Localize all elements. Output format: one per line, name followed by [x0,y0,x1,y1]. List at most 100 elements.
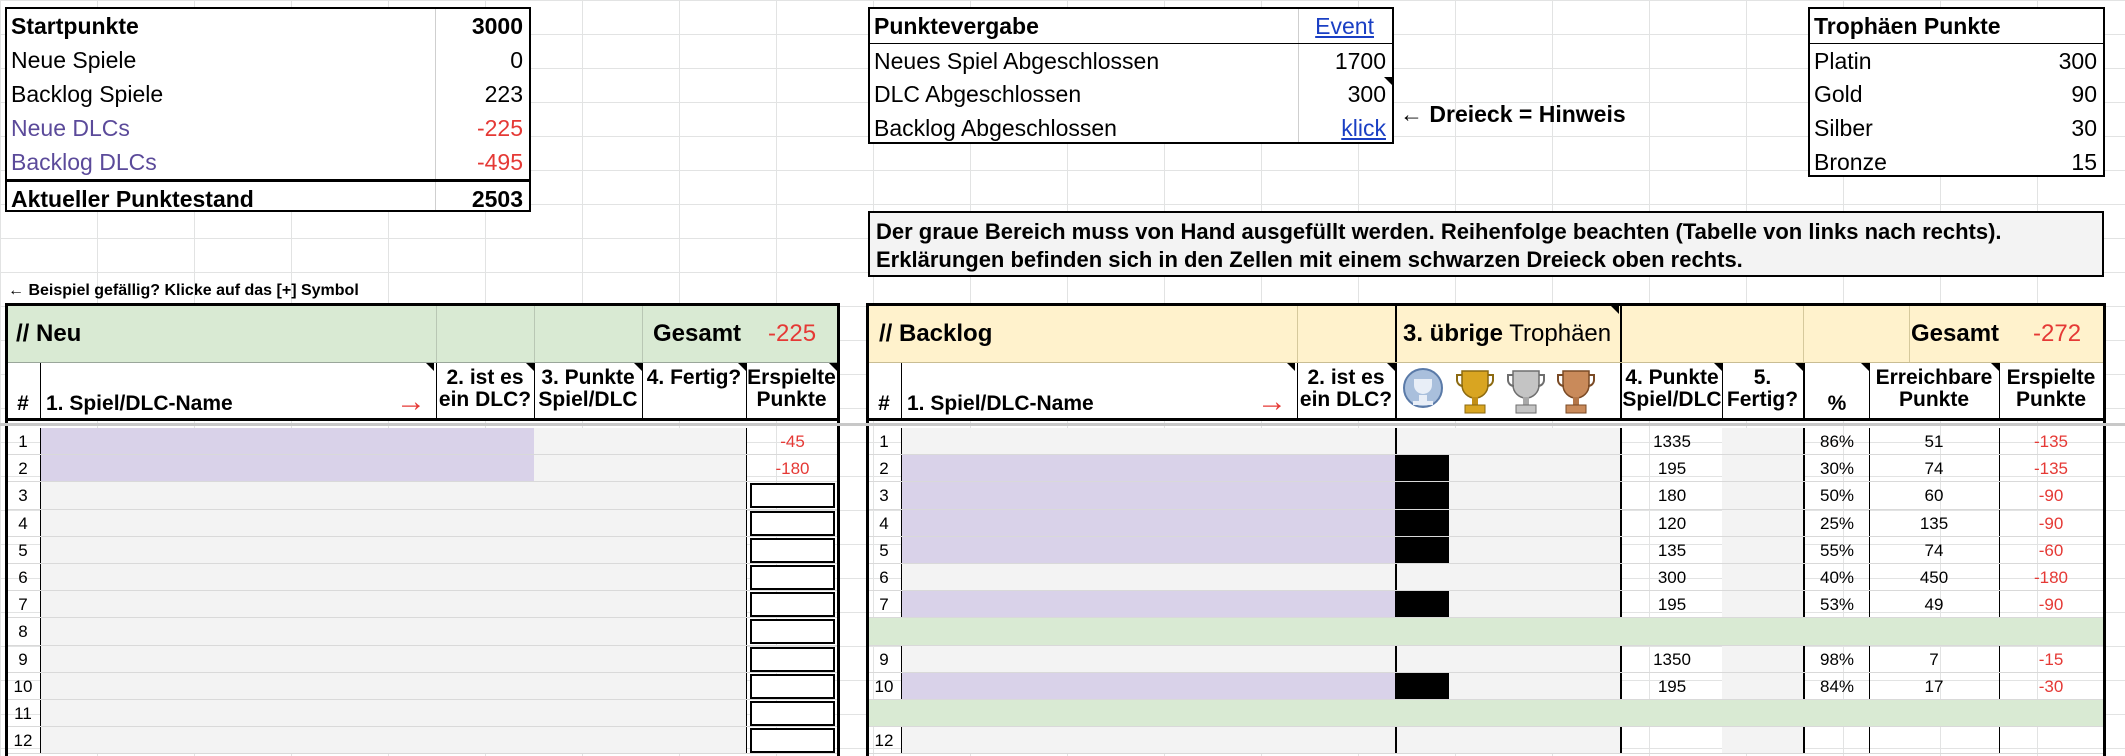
row-number: 8 [18,622,28,642]
points-value: 300 [1347,81,1386,107]
summary-total-label: Aktueller Punktestand [11,186,254,212]
erspielt-cell [750,701,835,726]
summary-label: Backlog Spiele [11,81,164,107]
summary-label: Neue Spiele [11,47,137,73]
table-row: 6 [8,564,837,592]
points-row: Neues Spiel Abgeschlossen 1700 [870,43,1392,77]
note-triangle-icon[interactable] [1387,363,1395,371]
table-row: 2 Resident Evil 4/Separate Ways 1 1 1 19… [869,455,2103,483]
event-link[interactable]: Event [1315,13,1374,40]
table-row: 10 Dying Light 2/Bloody Ties DLC 2 195 8… [869,672,2103,700]
platin-na-cell [1397,672,1449,699]
points-value: 1700 [1334,48,1386,74]
backlog-gesamt-value: -272 [2033,320,2082,347]
trophy-label: Gold [1814,81,1863,107]
trophy-points-row: Gold 90 [1810,77,2103,111]
table-row: 5 Pain/Abusement Park 2 135 55% 74 -60 [869,536,2103,564]
arrow-icon: → [1257,385,1287,418]
row-number: 4 [18,513,28,533]
table-row: 12 [8,727,837,755]
backlog-header-bar: // Backlog 3. übrige Trophäen Gesamt -27… [869,306,2103,363]
trophy-value: 30 [2071,115,2097,141]
table-row: 12 [869,727,2103,755]
note-triangle-icon[interactable] [1795,363,1803,371]
note-triangle-icon[interactable] [426,363,434,371]
summary-row: Backlog DLCs -495 [7,145,529,179]
col-header-erspielt: Erspielte Punkte [2006,366,2096,411]
erspielt-cell [750,728,835,754]
note-triangle-icon[interactable] [1714,363,1722,371]
platin-na-cell [1397,482,1449,509]
points-header-row: Punktevergabe Event [870,9,1392,43]
trophy-points-header: Trophäen Punkte [1810,9,2103,43]
points-title: Punktevergabe [874,13,1039,39]
note-triangle-icon[interactable] [1384,77,1392,85]
note-triangle-icon[interactable] [634,363,642,371]
table-row: 6 Outlast 2 300 40% 450 -180 [869,564,2103,592]
note-triangle-icon[interactable] [1611,306,1619,314]
gold-trophy-icon [1456,370,1494,414]
note-triangle-icon[interactable] [1861,363,1869,371]
note-triangle-icon[interactable] [1287,363,1295,371]
bronze-trophy-icon [1557,370,1595,414]
col-header-name: 1. Spiel/DLC-Name [907,392,1094,415]
row-number: 10 [13,676,33,696]
table-row: 5 [8,536,837,564]
freeze-line [0,423,2125,426]
erspielt-cell [750,565,835,590]
points-label: Backlog Abgeschlossen [874,115,1117,141]
erspielt-cell: -45 [780,432,805,451]
erspielt-cell: -180 [775,459,810,479]
arrow-icon: → [396,385,426,418]
erspielt-cell [750,646,835,672]
trophy-value: 90 [2071,81,2097,107]
col-header-dlc: 2. ist es ein DLC? [1299,366,1393,411]
backlog-column-headers: # 1. Spiel/DLC-Name → 2. ist es ein DLC? [869,363,2103,421]
summary-box: Startpunkte 3000 Neue Spiele 0 Backlog S… [5,7,531,212]
backlog-title: // Backlog [879,320,993,347]
platin-na-cell [1397,509,1449,536]
summary-value: -225 [476,115,523,141]
backlog-trophies-label: 3. übrige Trophäen [1403,320,1611,348]
trophy-points-row: Bronze 15 [1810,145,2103,179]
table-row: 4 [8,509,837,537]
note-triangle-icon[interactable] [829,363,837,371]
table-row: 4 Pain/Character Add-On 1 120 25% 135 -9… [869,509,2103,537]
erspielt-cell [750,592,835,618]
table-row: 8 [8,618,837,646]
trophies-label-prefix: 3. übrige [1403,320,1504,347]
summary-total-value: 2503 [471,186,523,212]
note-triangle-icon[interactable] [1991,363,1999,371]
platinum-trophy-icon [1403,368,1443,408]
backlog-rows: 1 Resident Evil 4 1 1 1 1 1335 86% 51 -1… [869,424,2103,756]
col-header-percent: % [1827,392,1847,415]
trophy-label: Bronze [1814,149,1887,175]
trophy-points-row: Silber 30 [1810,111,2103,145]
summary-row: Neue Spiele 0 [7,43,529,77]
table-row: 8 Titanfall 2 1 2 7 29 1320 19% 308 308 [869,618,2103,646]
summary-label: Neue DLCs [11,115,130,141]
summary-row: Startpunkte 3000 [7,9,529,43]
trophies-label-suffix: Trophäen [1509,320,1612,347]
table-row: 3 Trials Fusion/Awesome Level MAX 1 180 … [869,482,2103,510]
points-label: Neues Spiel Abgeschlossen [874,48,1160,74]
col-header-fertig: 4. Fertig? [646,366,742,389]
table-row: 1 The Callisto Protocoll/Hardcore Mode 4… [8,428,837,456]
note-triangle-icon[interactable] [738,363,746,371]
table-row: 10 [8,672,837,700]
klick-link[interactable]: klick [1341,115,1386,142]
neu-table: // Neu Gesamt -225 # 1. Spiel/DLC-Name →… [5,303,840,756]
col-header-number: # [878,392,890,415]
trophy-points-title: Trophäen Punkte [1814,13,2001,39]
summary-value: -495 [476,149,523,175]
table-row: 9 [8,645,837,673]
col-header-punkte: 3. Punkte Spiel/DLC [538,366,638,411]
row-number: 9 [18,649,28,669]
silver-trophy-icon [1507,370,1545,414]
backlog-table: // Backlog 3. übrige Trophäen Gesamt -27… [866,303,2106,756]
trophy-value: 300 [2058,48,2097,74]
col-header-erreichbar: Erreichbare Punkte [1875,366,1993,411]
platin-na-cell [1397,536,1449,563]
note-triangle-icon[interactable] [526,363,534,371]
row-number: 3 [18,486,28,506]
